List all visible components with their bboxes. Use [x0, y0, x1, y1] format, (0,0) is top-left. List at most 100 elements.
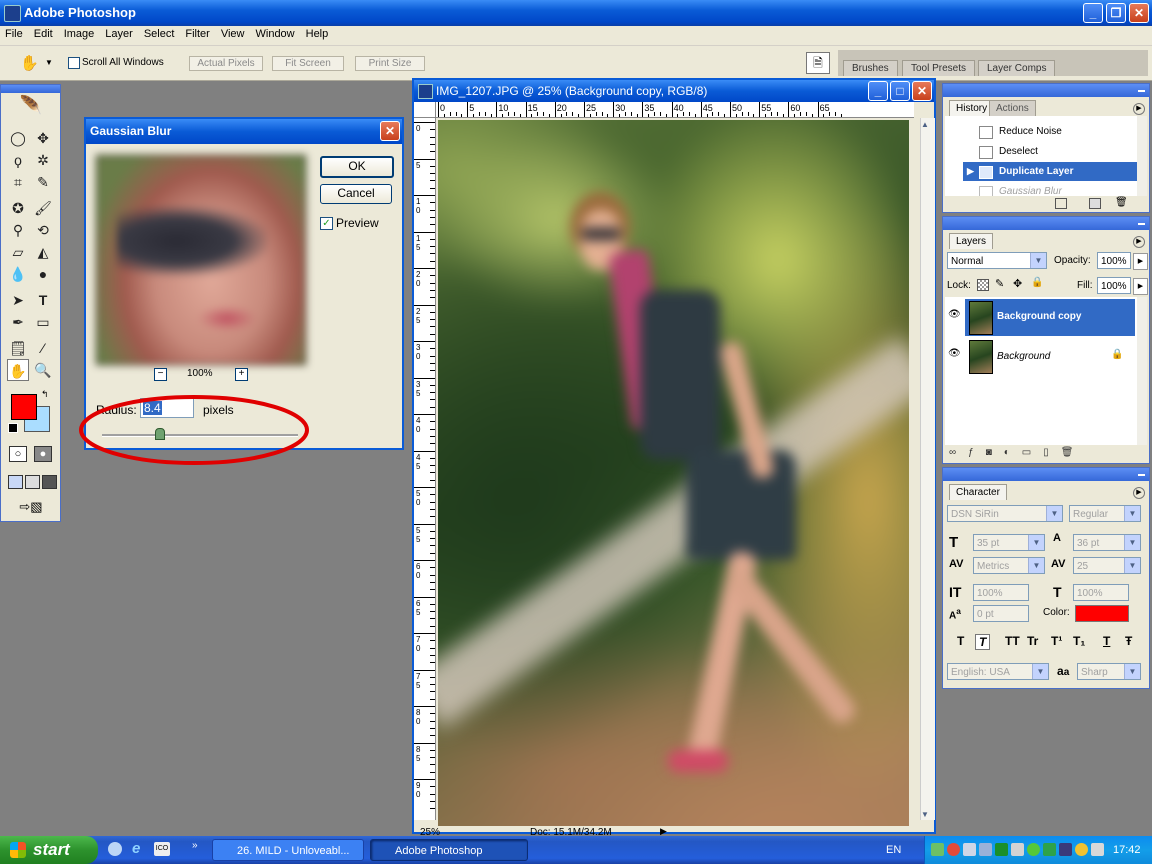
well-tab-layer-comps[interactable]: Layer Comps: [978, 60, 1056, 76]
doc-close-button[interactable]: ✕: [912, 81, 932, 101]
lock-all-icon[interactable]: 🔒: [1031, 277, 1043, 288]
link-layers-icon[interactable]: ∞: [949, 447, 968, 458]
app-title-bar[interactable]: Adobe Photoshop _ ❐ ✕: [0, 0, 1152, 26]
actual-pixels-button[interactable]: Actual Pixels: [189, 56, 263, 71]
notes-tool-icon[interactable]: 🗒: [7, 337, 29, 359]
superscript-button[interactable]: T¹: [1051, 634, 1062, 648]
type-tool-icon[interactable]: T: [32, 289, 54, 311]
dodge-tool-icon[interactable]: ●: [32, 263, 54, 285]
pen-tool-icon[interactable]: ✒: [7, 311, 29, 333]
dialog-close-button[interactable]: ✕: [380, 121, 400, 141]
font-size-select[interactable]: 35 pt ▼: [973, 534, 1045, 551]
layer-mask-icon[interactable]: ◙: [986, 447, 1004, 458]
history-item-undone[interactable]: Gaussian Blur: [945, 182, 1135, 196]
palette-menu-icon[interactable]: ▶: [1133, 487, 1145, 499]
tray-icon[interactable]: [1011, 843, 1024, 856]
screen-mode-full-menu-icon[interactable]: [25, 475, 40, 489]
all-caps-button[interactable]: TT: [1005, 634, 1020, 648]
marquee-tool-icon[interactable]: ◯: [7, 127, 29, 149]
default-colors-icon[interactable]: [8, 423, 18, 433]
screen-mode-full-icon[interactable]: [42, 475, 57, 489]
blend-mode-select[interactable]: Normal ▼: [947, 252, 1047, 269]
doc-vertical-scrollbar[interactable]: [920, 118, 935, 820]
lasso-tool-icon[interactable]: ϙ: [7, 149, 29, 171]
tab-character[interactable]: Character: [949, 484, 1007, 500]
brush-tool-icon[interactable]: 🖌: [32, 197, 54, 219]
doc-minimize-button[interactable]: _: [868, 81, 888, 101]
foreground-color-swatch[interactable]: [11, 394, 37, 420]
menu-image[interactable]: Image: [59, 26, 101, 40]
lock-image-icon[interactable]: ✎: [995, 277, 1004, 290]
healing-brush-icon[interactable]: ✪: [7, 197, 29, 219]
history-scrollbar[interactable]: [1137, 116, 1147, 196]
well-tab-tool-presets[interactable]: Tool Presets: [902, 60, 976, 76]
quicklaunch-show-desktop-icon[interactable]: [108, 842, 122, 856]
small-caps-button[interactable]: Tr: [1027, 634, 1038, 648]
strikethrough-button[interactable]: Ŧ: [1125, 634, 1132, 648]
close-button[interactable]: ✕: [1129, 3, 1149, 23]
scroll-all-windows-checkbox[interactable]: [68, 57, 80, 69]
vertical-scale-input[interactable]: 100%: [973, 584, 1029, 601]
horizontal-scale-input[interactable]: 100%: [1073, 584, 1129, 601]
document-canvas-image[interactable]: [438, 120, 909, 826]
history-item[interactable]: Reduce Noise: [945, 122, 1135, 141]
print-size-button[interactable]: Print Size: [355, 56, 425, 71]
zoom-out-button[interactable]: −: [154, 368, 167, 381]
document-title-bar[interactable]: IMG_1207.JPG @ 25% (Background copy, RGB…: [414, 80, 934, 102]
layers-palette-bar[interactable]: [943, 217, 1149, 230]
tray-icon[interactable]: [1043, 843, 1056, 856]
palette-menu-icon[interactable]: ▶: [1133, 236, 1145, 248]
lock-position-icon[interactable]: ✥: [1013, 277, 1022, 290]
menu-window[interactable]: Window: [251, 26, 301, 40]
tray-icon[interactable]: [1075, 843, 1088, 856]
minimize-icon[interactable]: [1138, 223, 1145, 225]
underline-button[interactable]: T: [1103, 634, 1110, 648]
faux-italic-button[interactable]: T: [975, 634, 991, 650]
new-snapshot-icon[interactable]: [1089, 198, 1101, 209]
adjustment-layer-icon[interactable]: ◐: [1004, 447, 1022, 458]
fit-screen-button[interactable]: Fit Screen: [272, 56, 344, 71]
opacity-slider-arrow-icon[interactable]: ▶: [1133, 253, 1148, 270]
layer-visibility-eye-icon[interactable]: 👁: [948, 348, 961, 359]
text-color-swatch[interactable]: [1075, 605, 1129, 622]
quicklaunch-ie-icon[interactable]: e: [132, 840, 140, 857]
font-family-select[interactable]: DSN SiRin ▼: [947, 505, 1063, 522]
feather-logo-icon[interactable]: 🪶: [7, 95, 55, 119]
menu-select[interactable]: Select: [139, 26, 181, 40]
kerning-select[interactable]: Metrics ▼: [973, 557, 1045, 574]
tab-layers[interactable]: Layers: [949, 233, 994, 249]
minimize-icon[interactable]: [1138, 474, 1145, 476]
ok-button[interactable]: OK: [320, 156, 394, 178]
zoom-in-button[interactable]: +: [235, 368, 248, 381]
font-style-select[interactable]: Regular ▼: [1069, 505, 1141, 522]
slice-tool-icon[interactable]: ✎: [32, 171, 54, 193]
blur-tool-icon[interactable]: 💧: [7, 263, 29, 285]
quicklaunch-app-icon[interactable]: ICO: [154, 842, 170, 856]
opacity-input[interactable]: 100%: [1097, 252, 1131, 269]
menu-help[interactable]: Help: [301, 26, 335, 40]
screen-mode-standard-icon[interactable]: [8, 475, 23, 489]
eraser-tool-icon[interactable]: ▱: [7, 241, 29, 263]
tray-icon[interactable]: [963, 843, 976, 856]
antialias-select[interactable]: Sharp ▼: [1077, 663, 1141, 680]
delete-layer-icon[interactable]: 🗑: [1061, 447, 1086, 458]
palette-menu-icon[interactable]: ▶: [1133, 103, 1145, 115]
dialog-title-bar[interactable]: Gaussian Blur ✕: [86, 119, 402, 144]
start-button[interactable]: start: [0, 836, 98, 864]
doc-scroll-up-arrow[interactable]: ▲: [921, 120, 929, 129]
ruler-left[interactable]: 0 5 1 0 1 5 2 0 2 5 3 0 3 5 4 0 4 5 5 0 5 5 6 0 6 5 7 …: [414, 118, 436, 820]
quicklaunch-expand-icon[interactable]: »: [192, 840, 198, 851]
character-palette-bar[interactable]: [943, 468, 1149, 481]
menu-edit[interactable]: Edit: [29, 26, 59, 40]
language-indicator[interactable]: EN: [886, 844, 901, 856]
task-winamp[interactable]: 26. MILD - Unloveabl...: [212, 839, 364, 861]
crop-tool-icon[interactable]: ⌗: [7, 171, 29, 193]
layer-style-icon[interactable]: ƒ: [968, 447, 986, 458]
standard-mode-icon[interactable]: ○: [9, 446, 27, 462]
layer-name[interactable]: Background: [997, 351, 1050, 362]
menu-file[interactable]: File: [0, 26, 29, 40]
toolbox-title-bar[interactable]: [1, 85, 60, 93]
language-select[interactable]: English: USA ▼: [947, 663, 1049, 680]
tray-icon[interactable]: [1059, 843, 1072, 856]
layer-visibility-eye-icon[interactable]: 👁: [948, 309, 961, 320]
